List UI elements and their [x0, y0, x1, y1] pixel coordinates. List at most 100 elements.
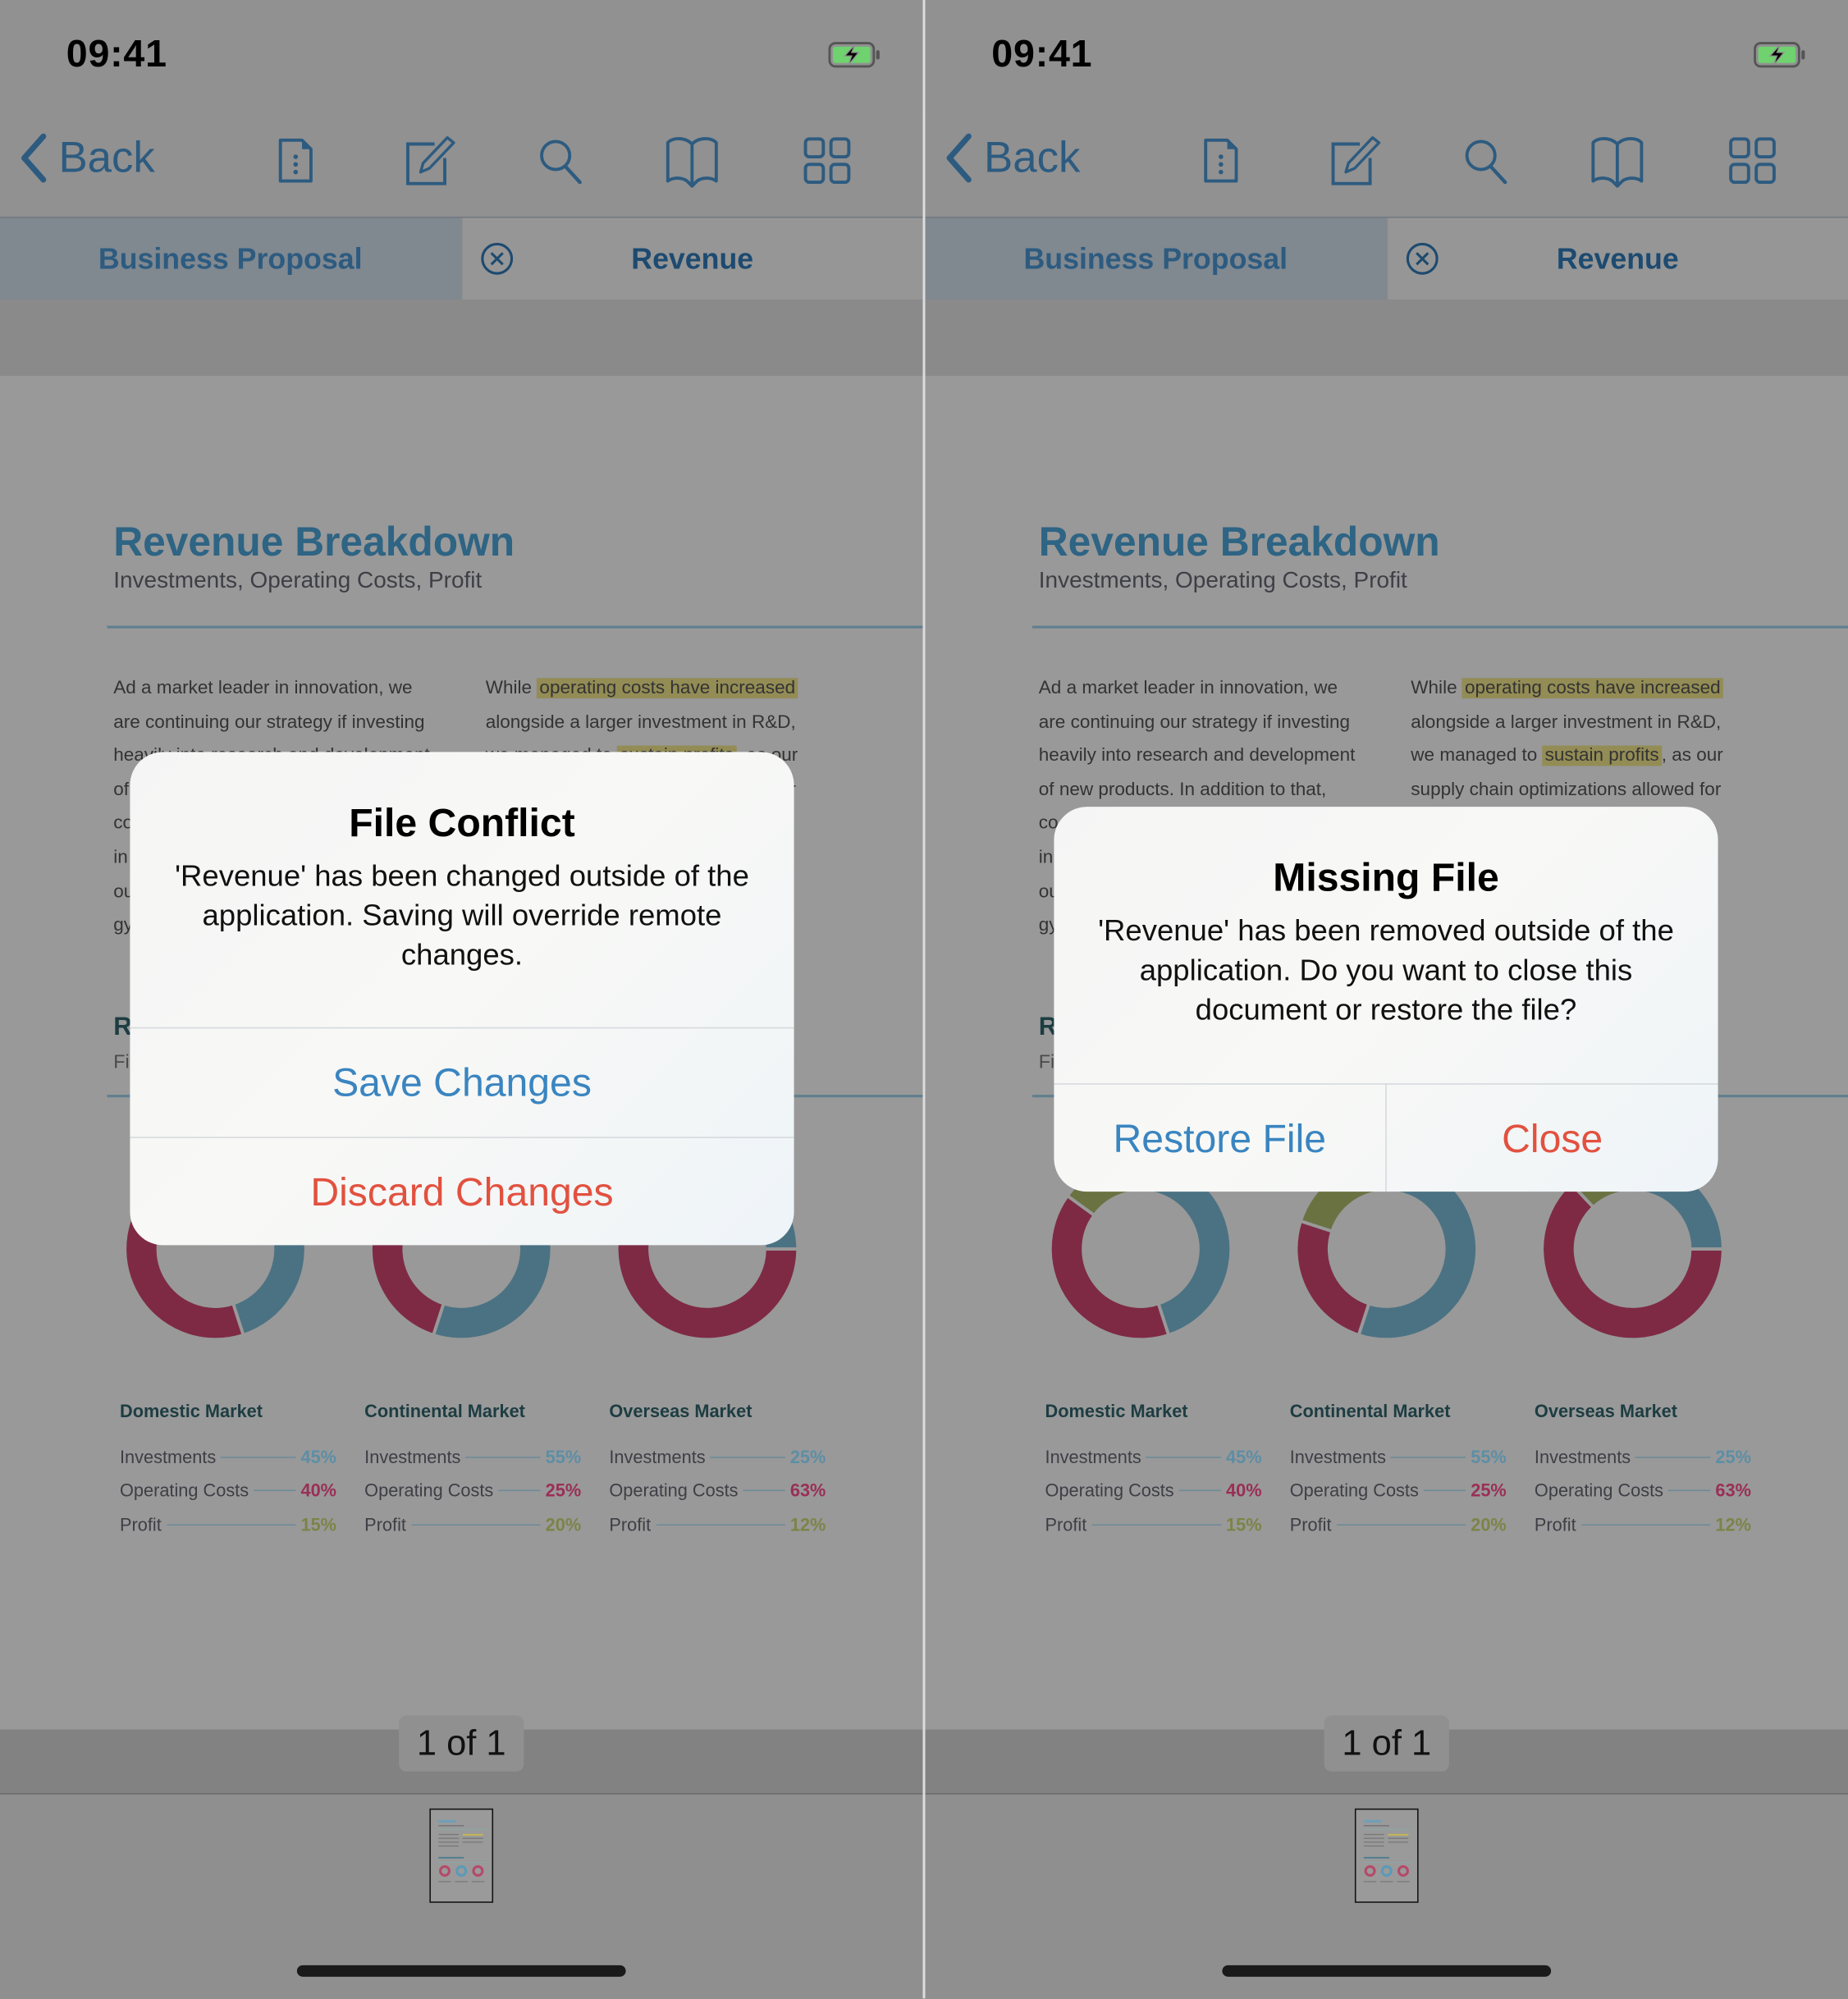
market-table-domestic: Domestic Market Investments 45% Operating C…	[1045, 1401, 1262, 1534]
bookmarks-book-icon[interactable]	[664, 133, 720, 189]
market-row: Investments 45%	[120, 1433, 336, 1466]
row-value: 45%	[1226, 1445, 1262, 1466]
page-indicator: 1 of 1	[399, 1715, 524, 1772]
back-button[interactable]: Back	[943, 133, 1080, 184]
home-indicator[interactable]	[296, 1965, 626, 1977]
tab-label: Revenue	[631, 241, 754, 275]
row-value: 63%	[789, 1480, 826, 1500]
document-info-icon[interactable]	[1193, 133, 1249, 189]
row-label: Operating Costs	[1289, 1480, 1419, 1500]
row-value: 15%	[300, 1513, 337, 1535]
highlight: operating costs have increased	[537, 678, 798, 699]
row-label: Profit	[119, 1513, 162, 1535]
row-value: 25%	[545, 1480, 582, 1500]
close-button[interactable]: Close	[1386, 1083, 1718, 1192]
row-value: 12%	[1715, 1513, 1751, 1535]
market-table-continental: Continental Market Investments 55% Operatin…	[1290, 1401, 1507, 1534]
bookmarks-book-icon[interactable]	[1590, 133, 1645, 189]
file-conflict-alert: File Conflict 'Revenue' has been changed …	[130, 752, 794, 1246]
back-button[interactable]: Back	[18, 133, 155, 184]
row-value: 55%	[1471, 1445, 1507, 1466]
row-value: 40%	[1226, 1480, 1262, 1500]
divider	[107, 625, 923, 629]
market-row: Operating Costs 25%	[1290, 1466, 1507, 1500]
text-line: While operating costs have increased	[1411, 671, 1793, 705]
battery-charging-icon	[1754, 42, 1805, 68]
leader-line	[1091, 1523, 1221, 1526]
highlight: operating costs have increased	[1461, 678, 1723, 699]
tab-revenue[interactable]: Revenue	[1387, 217, 1848, 300]
tab-revenue[interactable]: Revenue	[461, 217, 923, 300]
text-line: Ad a market leader in innovation, we	[1038, 678, 1338, 699]
market-row: Operating Costs 40%	[120, 1466, 336, 1500]
market-row: Operating Costs 63%	[609, 1466, 826, 1500]
stage: 09:41 Back Business Proposal Revenue Rev…	[0, 0, 1848, 1999]
market-table-continental: Continental Market Investments 55% Operatin…	[364, 1401, 581, 1534]
row-label: Profit	[1045, 1513, 1087, 1535]
row-label: Operating Costs	[119, 1480, 249, 1500]
tab-label: Business Proposal	[1023, 241, 1288, 275]
save-changes-button[interactable]: Save Changes	[130, 1027, 794, 1137]
row-value: 55%	[545, 1445, 582, 1466]
chevron-left-icon	[946, 133, 972, 183]
section-subtitle: Fi	[1038, 1051, 1055, 1073]
status-time: 09:41	[66, 33, 167, 75]
market-name: Continental Market	[1289, 1400, 1451, 1421]
market-row: Profit 12%	[1535, 1500, 1751, 1534]
row-label: Profit	[1289, 1513, 1332, 1535]
market-row: Investments 55%	[1290, 1433, 1507, 1466]
leader-line	[656, 1523, 785, 1526]
row-label: Profit	[1534, 1513, 1576, 1535]
alert-actions: Restore File Close	[1054, 1083, 1718, 1192]
donut-slice-operating-costs	[1048, 1193, 1171, 1342]
row-label: Investments	[364, 1445, 461, 1466]
market-table-overseas: Overseas Market Investments 25% Operating C…	[609, 1401, 826, 1534]
search-icon[interactable]	[1458, 133, 1514, 189]
row-label: Investments	[1045, 1445, 1141, 1466]
document-info-icon[interactable]	[268, 133, 323, 189]
text-line: we managed to sustain profits, as our	[1411, 739, 1793, 773]
page-thumbnail[interactable]	[1354, 1808, 1419, 1903]
toolbar: Back	[0, 114, 923, 217]
tab-label: Business Proposal	[98, 241, 363, 275]
row-value: 25%	[1715, 1445, 1751, 1466]
discard-changes-button[interactable]: Discard Changes	[130, 1137, 794, 1245]
section-title: R	[113, 1013, 132, 1041]
restore-file-button[interactable]: Restore File	[1054, 1083, 1387, 1192]
close-circle-icon[interactable]	[1405, 242, 1438, 275]
leader-line	[465, 1456, 541, 1457]
row-value: 45%	[300, 1445, 337, 1466]
row-value: 20%	[1471, 1513, 1507, 1535]
leader-line	[498, 1489, 541, 1492]
leader-line	[1424, 1489, 1466, 1492]
tab-business-proposal[interactable]: Business Proposal	[0, 217, 462, 300]
market-row: Profit 20%	[1290, 1500, 1507, 1534]
alert-title: File Conflict	[349, 800, 575, 845]
document-title: Revenue Breakdown	[1038, 519, 1440, 565]
tab-business-proposal[interactable]: Business Proposal	[925, 217, 1388, 300]
market-name: Overseas Market	[609, 1400, 752, 1421]
grid-view-icon[interactable]	[799, 133, 855, 189]
page-thumbnail[interactable]	[429, 1808, 494, 1903]
page-gutter	[925, 299, 1848, 377]
row-value: 63%	[1715, 1480, 1751, 1500]
phone-screen-missing-file: 09:41 Back Business Proposal Revenue Rev…	[925, 0, 1848, 1999]
alert-title: Missing File	[1273, 855, 1499, 900]
leader-line	[743, 1489, 785, 1492]
grid-view-icon[interactable]	[1724, 133, 1780, 189]
market-name: Continental Market	[364, 1400, 525, 1421]
search-icon[interactable]	[533, 133, 588, 189]
edit-icon[interactable]	[1327, 133, 1383, 189]
leader-line	[1146, 1456, 1221, 1457]
edit-icon[interactable]	[401, 133, 457, 189]
close-circle-icon[interactable]	[480, 242, 513, 275]
row-label: Investments	[609, 1445, 706, 1466]
leader-line	[1635, 1456, 1711, 1457]
leader-line	[411, 1523, 541, 1526]
home-indicator[interactable]	[1222, 1965, 1552, 1977]
row-label: Operating Costs	[364, 1480, 494, 1500]
row-value: 25%	[1471, 1480, 1507, 1500]
phone-screen-file-conflict: 09:41 Back Business Proposal Revenue Rev…	[0, 0, 923, 1999]
missing-file-alert: Missing File 'Revenue' has been removed o…	[1054, 807, 1718, 1192]
text-line: Ad a market leader in innovation, we	[113, 678, 413, 699]
